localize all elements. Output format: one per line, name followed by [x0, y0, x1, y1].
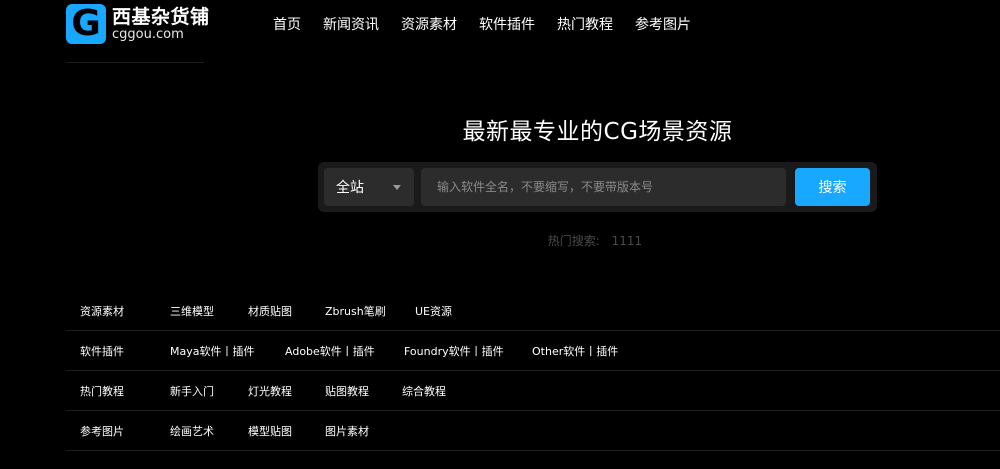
category-link[interactable]: 材质贴图 — [248, 303, 292, 319]
category-link[interactable]: Adobe软件丨插件 — [285, 343, 375, 359]
category-link[interactable]: UE资源 — [415, 303, 452, 319]
category-link[interactable]: Zbrush笔刷 — [325, 303, 386, 319]
hot-search: 热门搜索: 1111 — [0, 232, 1000, 249]
site-logo[interactable]: G 西基杂货铺 cggou.com — [66, 4, 210, 44]
nav-item-tutorials[interactable]: 热门教程 — [557, 16, 613, 34]
search-bar: 全站 搜索 — [318, 162, 877, 212]
caret-down-icon — [393, 185, 401, 190]
category-link[interactable]: Foundry软件丨插件 — [404, 343, 504, 359]
category-link[interactable]: Other软件丨插件 — [532, 343, 618, 359]
category-link[interactable]: 新手入门 — [170, 383, 214, 399]
site-header: G 西基杂货铺 cggou.com 首页 新闻资讯 资源素材 软件插件 热门教程… — [0, 0, 1000, 63]
category-head[interactable]: 参考图片 — [80, 423, 124, 439]
logo-domain: cggou.com — [112, 27, 184, 42]
category-head[interactable]: 软件插件 — [80, 343, 124, 359]
search-input[interactable] — [421, 168, 786, 206]
category-row-reference: 参考图片 绘画艺术 模型贴图 图片素材 — [66, 411, 1000, 451]
category-list: 资源素材 三维模型 材质贴图 Zbrush笔刷 UE资源 软件插件 Maya软件… — [66, 291, 1000, 451]
category-link[interactable]: Maya软件丨插件 — [170, 343, 254, 359]
category-head[interactable]: 热门教程 — [80, 383, 124, 399]
category-row-tutorials: 热门教程 新手入门 灯光教程 贴图教程 综合教程 — [66, 371, 1000, 411]
category-link[interactable]: 图片素材 — [325, 423, 369, 439]
hot-search-keyword[interactable]: 1111 — [612, 234, 643, 248]
category-link[interactable]: 灯光教程 — [248, 383, 292, 399]
search-scope-value: 全站 — [336, 180, 364, 196]
category-link[interactable]: 三维模型 — [170, 303, 214, 319]
nav-item-resources[interactable]: 资源素材 — [401, 16, 457, 34]
logo-g-icon: G — [66, 4, 106, 44]
category-row-software: 软件插件 Maya软件丨插件 Adobe软件丨插件 Foundry软件丨插件 O… — [66, 331, 1000, 371]
logo-site-name: 西基杂货铺 — [112, 6, 210, 28]
logo-divider — [66, 62, 204, 63]
category-link[interactable]: 贴图教程 — [325, 383, 369, 399]
hero-title: 最新最专业的CG场景资源 — [462, 119, 733, 145]
logo-mark-letter: G — [71, 3, 101, 44]
nav-item-home[interactable]: 首页 — [273, 16, 301, 34]
search-scope-select[interactable]: 全站 — [324, 168, 414, 206]
category-head[interactable]: 资源素材 — [80, 303, 124, 319]
category-link[interactable]: 模型贴图 — [248, 423, 292, 439]
category-link[interactable]: 综合教程 — [402, 383, 446, 399]
category-row-resources: 资源素材 三维模型 材质贴图 Zbrush笔刷 UE资源 — [66, 291, 1000, 331]
nav-item-news[interactable]: 新闻资讯 — [323, 16, 379, 34]
nav-item-software-plugins[interactable]: 软件插件 — [479, 16, 535, 34]
main-nav: 首页 新闻资讯 资源素材 软件插件 热门教程 参考图片 — [262, 16, 702, 34]
category-link[interactable]: 绘画艺术 — [170, 423, 214, 439]
hot-search-label: 热门搜索: — [547, 234, 600, 248]
nav-item-reference-images[interactable]: 参考图片 — [635, 16, 691, 34]
logo-text: 西基杂货铺 cggou.com — [112, 6, 210, 42]
search-button[interactable]: 搜索 — [795, 168, 870, 206]
